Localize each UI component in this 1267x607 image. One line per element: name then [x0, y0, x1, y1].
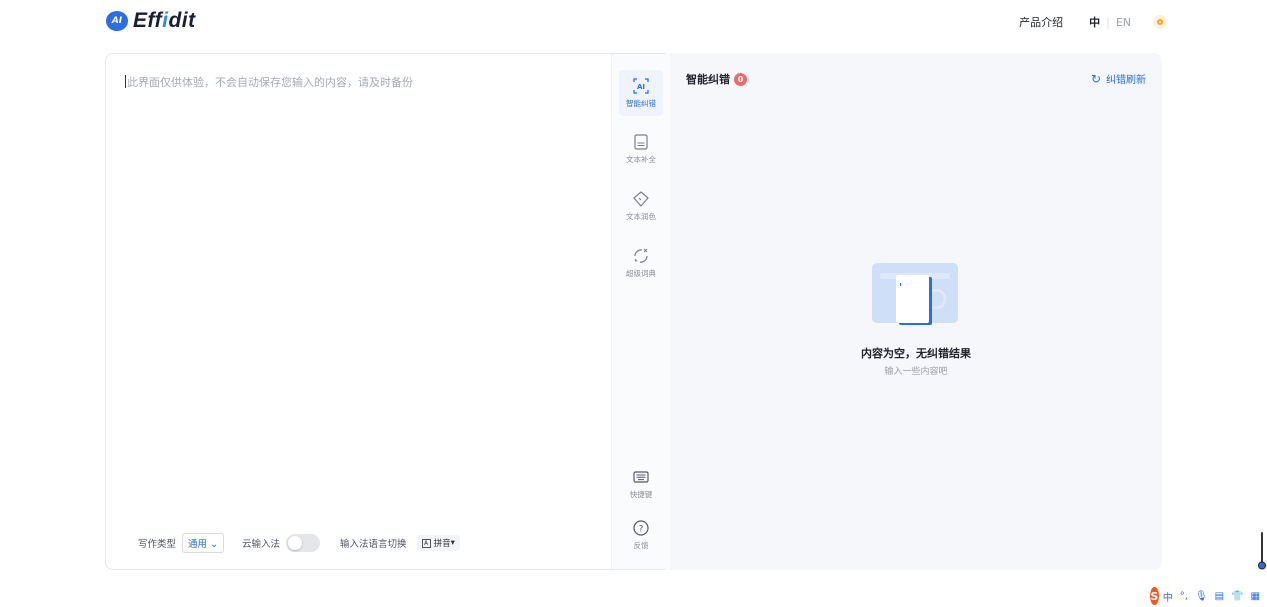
tool-text-complete[interactable]: 文本补全 [619, 126, 663, 172]
empty-state-title: 内容为空，无纠错结果 [861, 347, 971, 360]
sogou-logo-icon[interactable]: S [1150, 587, 1159, 605]
toolbox-icon[interactable]: ▦ [1251, 591, 1260, 602]
tool-smart-correct[interactable]: AI 智能纠错 [619, 70, 663, 116]
writing-type-label: 写作类型 [138, 539, 177, 550]
help-icon: ? [633, 520, 649, 536]
polish-icon [633, 191, 649, 207]
chevron-down-icon: ⌄ [210, 539, 219, 550]
dictionary-icon [634, 248, 648, 263]
writing-type-select[interactable]: 通用 ⌄ [182, 533, 225, 553]
effidit-logo[interactable]: AI Effidit [106, 9, 196, 33]
cloud-ime-label: 云输入法 [242, 539, 281, 550]
error-count-badge: 0 [734, 72, 747, 86]
lang-en-option[interactable]: EN [1116, 16, 1131, 29]
svg-text:?: ? [639, 524, 644, 534]
tool-label: 快捷键 [629, 490, 653, 499]
product-intro-link[interactable]: 产品介绍 [1019, 14, 1063, 30]
cloud-ime-toggle[interactable] [286, 534, 321, 552]
thermometer-icon[interactable] [1258, 532, 1266, 570]
tool-super-dictionary[interactable]: 超级词典 [619, 240, 663, 286]
microphone-icon[interactable]: 🎙 [1195, 591, 1208, 602]
tool-shortcuts[interactable]: 快捷键 [619, 461, 663, 507]
tool-label: 文本润色 [626, 212, 656, 221]
ime-language-button[interactable]: Ä 拼音 ▾ [416, 535, 460, 551]
sogou-ime-toolbar: S 中 °, 🎙 ▤ 👕 ▦ [1150, 586, 1267, 606]
refresh-icon: ↻ [1090, 71, 1101, 86]
editor-card: 此界面仅供体验，不会自动保存您输入的内容，请及时备份 写作类型 通用 ⌄ 云输入… [105, 53, 671, 570]
refresh-button[interactable]: ↻ 纠错刷新 [1090, 71, 1146, 87]
logo-text: Effidit [133, 9, 196, 32]
tool-text-polish[interactable]: 文本润色 [619, 183, 663, 229]
header-nav: 产品介绍 中 | EN [1019, 14, 1167, 30]
editor-footer: 写作类型 通用 ⌄ 云输入法 输入法语言切换 Ä 拼音 ▾ [138, 533, 460, 553]
tool-label: 文本补全 [626, 155, 656, 164]
document-icon [634, 134, 648, 150]
empty-document-illustration [872, 263, 958, 325]
punctuation-icon[interactable]: °, [1180, 591, 1188, 602]
editor-input[interactable]: 此界面仅供体验，不会自动保存您输入的内容，请及时备份 [125, 74, 413, 90]
lang-separator: | [1106, 15, 1110, 29]
svg-text:AI: AI [637, 83, 645, 91]
keyboard-icon [633, 471, 649, 483]
tool-label: 反馈 [633, 541, 649, 550]
top-header: AI Effidit 产品介绍 中 | EN [0, 0, 1267, 42]
soft-keyboard-icon[interactable]: ▤ [1215, 591, 1224, 602]
tool-feedback[interactable]: ? 反馈 [619, 512, 663, 558]
theme-toggle-icon[interactable] [1153, 15, 1167, 29]
ime-mode-toggle[interactable]: 中 [1163, 589, 1173, 604]
tool-label: 超级词典 [626, 269, 656, 278]
ime-box-icon: Ä [421, 538, 431, 548]
tool-label: 智能纠错 [626, 99, 656, 108]
ime-switch-label: 输入法语言切换 [340, 539, 407, 550]
panel-title: 智能纠错 0 [686, 71, 747, 87]
skin-icon[interactable]: 👕 [1231, 591, 1243, 602]
logo-ai-icon: AI [106, 11, 128, 31]
ai-correct-icon: AI [633, 78, 649, 94]
tool-sidebar: AI 智能纠错 文本补全 文本润色 超级词典 快捷键 ? 反馈 [611, 54, 670, 569]
result-panel: 智能纠错 0 ↻ 纠错刷新 内容为空，无纠错结果 输入一些内容吧 [670, 53, 1162, 570]
lang-zh-option[interactable]: 中 [1089, 14, 1100, 30]
empty-state-subtitle: 输入一些内容吧 [884, 367, 948, 377]
